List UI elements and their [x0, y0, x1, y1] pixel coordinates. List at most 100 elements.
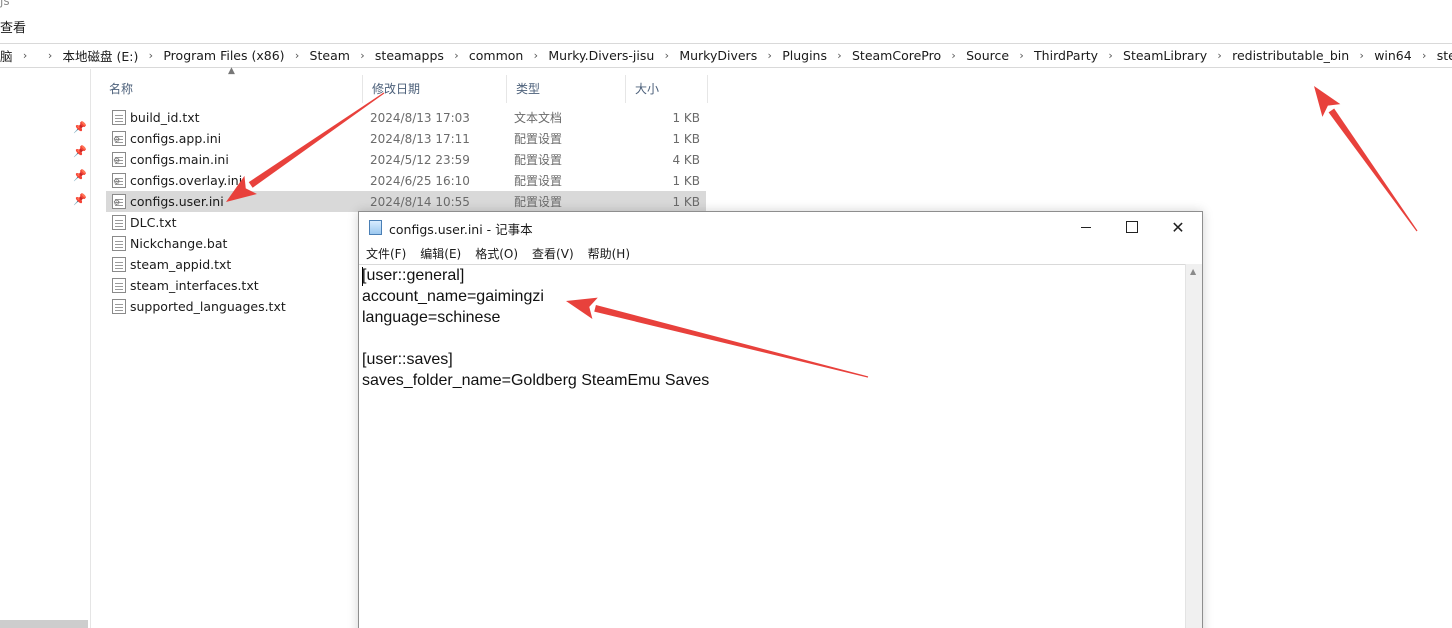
breadcrumb-item[interactable]: › 本地磁盘 (E:)	[38, 46, 139, 65]
file-name: Nickchange.bat	[130, 236, 228, 251]
ini-file-icon	[112, 194, 126, 209]
notepad-app-icon	[369, 220, 382, 235]
breadcrumb-separator-icon[interactable]: ›	[350, 49, 375, 62]
ini-file-icon	[112, 173, 126, 188]
breadcrumb-separator-icon[interactable]: ›	[757, 49, 782, 62]
breadcrumb-label: ThirdParty	[1034, 48, 1099, 63]
file-type: 文本文档	[514, 111, 563, 125]
text-line: account_name=gaimingzi	[362, 288, 544, 305]
breadcrumb-item[interactable]: › SteamCorePro	[827, 48, 941, 63]
arrow-head-icon	[1314, 86, 1341, 117]
file-row[interactable]: configs.user.ini 2024/8/14 10:55 配置设置 1 KB	[106, 191, 706, 212]
text-line: saves_folder_name=Goldberg SteamEmu Save…	[362, 372, 710, 389]
breadcrumb-separator-icon[interactable]: ›	[38, 49, 63, 62]
file-type: 配置设置	[514, 132, 563, 146]
breadcrumb-label: steam_settings	[1436, 48, 1452, 63]
address-bar[interactable]: 脑 › › 本地磁盘 (E:) › Program Files (x86) › Steam › s…	[0, 43, 1452, 68]
text-line: [user::saves]	[362, 351, 453, 368]
breadcrumb-item[interactable]: › common	[444, 48, 523, 63]
window-title-fragment: js	[0, 0, 10, 8]
breadcrumb-label: Source	[966, 48, 1010, 63]
pin-icon[interactable]: 📌	[73, 193, 87, 207]
breadcrumb-label: 脑	[0, 49, 13, 64]
notepad-vertical-scrollbar[interactable]: ▲	[1185, 264, 1202, 628]
text-line: language=schinese	[362, 309, 501, 326]
breadcrumb-separator-icon[interactable]: ›	[654, 49, 679, 62]
notepad-title: configs.user.ini - 记事本	[389, 222, 533, 237]
file-name: DLC.txt	[130, 215, 177, 230]
breadcrumb-separator-icon[interactable]: ›	[1412, 49, 1437, 62]
notepad-titlebar[interactable]: configs.user.ini - 记事本 ✕	[359, 212, 1202, 242]
ini-file-icon	[112, 152, 126, 167]
file-row[interactable]: build_id.txt 2024/8/13 17:03 文本文档 1 KB	[106, 107, 706, 128]
file-name: configs.user.ini	[130, 194, 224, 209]
file-date: 2024/5/12 23:59	[370, 152, 470, 167]
file-date: 2024/8/13 17:03	[370, 110, 470, 125]
breadcrumb-item[interactable]: › SteamLibrary	[1098, 48, 1207, 63]
file-size: 4 KB	[672, 152, 700, 167]
breadcrumb-label: Plugins	[782, 48, 827, 63]
breadcrumb-separator-icon[interactable]: ›	[941, 49, 966, 62]
text-file-icon	[112, 257, 126, 272]
breadcrumb-separator-icon[interactable]: ›	[285, 49, 310, 62]
pin-icon[interactable]: 📌	[73, 169, 87, 183]
pin-icon[interactable]: 📌	[73, 121, 87, 135]
file-date: 2024/8/13 17:11	[370, 131, 470, 146]
pin-icon[interactable]: 📌	[73, 145, 87, 159]
file-name: build_id.txt	[130, 110, 200, 125]
breadcrumb-separator-icon[interactable]: ›	[444, 49, 469, 62]
file-name: supported_languages.txt	[130, 299, 286, 314]
breadcrumb-separator-icon[interactable]: ›	[1009, 49, 1034, 62]
file-row[interactable]: configs.main.ini 2024/5/12 23:59 配置设置 4 KB	[106, 149, 706, 170]
breadcrumb-separator-icon[interactable]: ›	[1207, 49, 1232, 62]
breadcrumb-item[interactable]: › Source	[941, 48, 1009, 63]
breadcrumb-label: common	[468, 48, 524, 63]
file-size: 1 KB	[672, 173, 700, 188]
notepad-menu-item[interactable]: 帮助(H)	[581, 245, 637, 262]
close-button[interactable]: ✕	[1155, 212, 1201, 242]
batch-file-icon	[112, 236, 126, 251]
breadcrumb-item[interactable]: › Plugins	[757, 48, 827, 63]
breadcrumb-item[interactable]: 脑 ›	[0, 46, 38, 65]
breadcrumb-item[interactable]: › win64	[1349, 48, 1411, 63]
column-header-size[interactable]: 大小	[626, 75, 708, 103]
file-name: configs.overlay.ini	[130, 173, 243, 188]
breadcrumb-separator-icon[interactable]: ›	[827, 49, 852, 62]
breadcrumb-separator-icon[interactable]: ›	[138, 49, 163, 62]
column-header-date[interactable]: 修改日期	[363, 75, 507, 103]
breadcrumb-item[interactable]: › Steam	[285, 48, 350, 63]
notepad-menu-item[interactable]: 查看(V)	[525, 245, 581, 262]
notepad-menu-item[interactable]: 格式(O)	[468, 245, 525, 262]
breadcrumb-item[interactable]: › Murky.Divers-jisu	[523, 48, 655, 63]
breadcrumb-separator-icon[interactable]: ›	[523, 49, 548, 62]
file-name: steam_appid.txt	[130, 257, 232, 272]
notepad-menu-item[interactable]: 编辑(E)	[413, 245, 468, 262]
notepad-window: configs.user.ini - 记事本 ✕ 文件(F) 编辑(E) 格式(O)…	[358, 211, 1203, 628]
column-header-type[interactable]: 类型	[507, 75, 626, 103]
maximize-button[interactable]	[1109, 212, 1155, 242]
breadcrumb-separator-icon[interactable]: ›	[1349, 49, 1374, 62]
breadcrumb-item[interactable]: › steamapps	[350, 48, 444, 63]
ribbon-tab-view[interactable]: 查看	[0, 17, 26, 36]
file-type: 配置设置	[514, 153, 563, 167]
file-row[interactable]: configs.overlay.ini 2024/6/25 16:10 配置设置 1 …	[106, 170, 706, 191]
breadcrumb-item[interactable]: › MurkyDivers	[654, 48, 758, 63]
minimize-button[interactable]	[1063, 212, 1109, 242]
breadcrumb-label: steamapps	[374, 48, 444, 63]
breadcrumb-item[interactable]: › redistributable_bin	[1207, 48, 1349, 63]
notepad-menubar: 文件(F) 编辑(E) 格式(O) 查看(V) 帮助(H)	[359, 242, 1202, 264]
breadcrumb-item[interactable]: › ThirdParty	[1009, 48, 1098, 63]
breadcrumb-item[interactable]: ›steam_settings	[1412, 48, 1452, 63]
notepad-text-area[interactable]: [user::general] account_name=gaimingzi lan…	[359, 264, 1185, 628]
nav-horizontal-scrollbar[interactable]	[0, 620, 88, 628]
arrow-shaft	[1328, 108, 1418, 232]
file-row[interactable]: configs.app.ini 2024/8/13 17:11 配置设置 1 KB	[106, 128, 706, 149]
breadcrumb-separator-icon[interactable]: ›	[13, 49, 38, 62]
text-file-icon	[112, 110, 126, 125]
scroll-up-icon[interactable]: ▲	[1190, 267, 1196, 276]
breadcrumb-item[interactable]: › Program Files (x86)	[138, 48, 285, 63]
file-name: steam_interfaces.txt	[130, 278, 259, 293]
column-header-name[interactable]: 名称	[100, 75, 363, 103]
notepad-menu-item[interactable]: 文件(F)	[359, 245, 413, 262]
breadcrumb-separator-icon[interactable]: ›	[1098, 49, 1123, 62]
